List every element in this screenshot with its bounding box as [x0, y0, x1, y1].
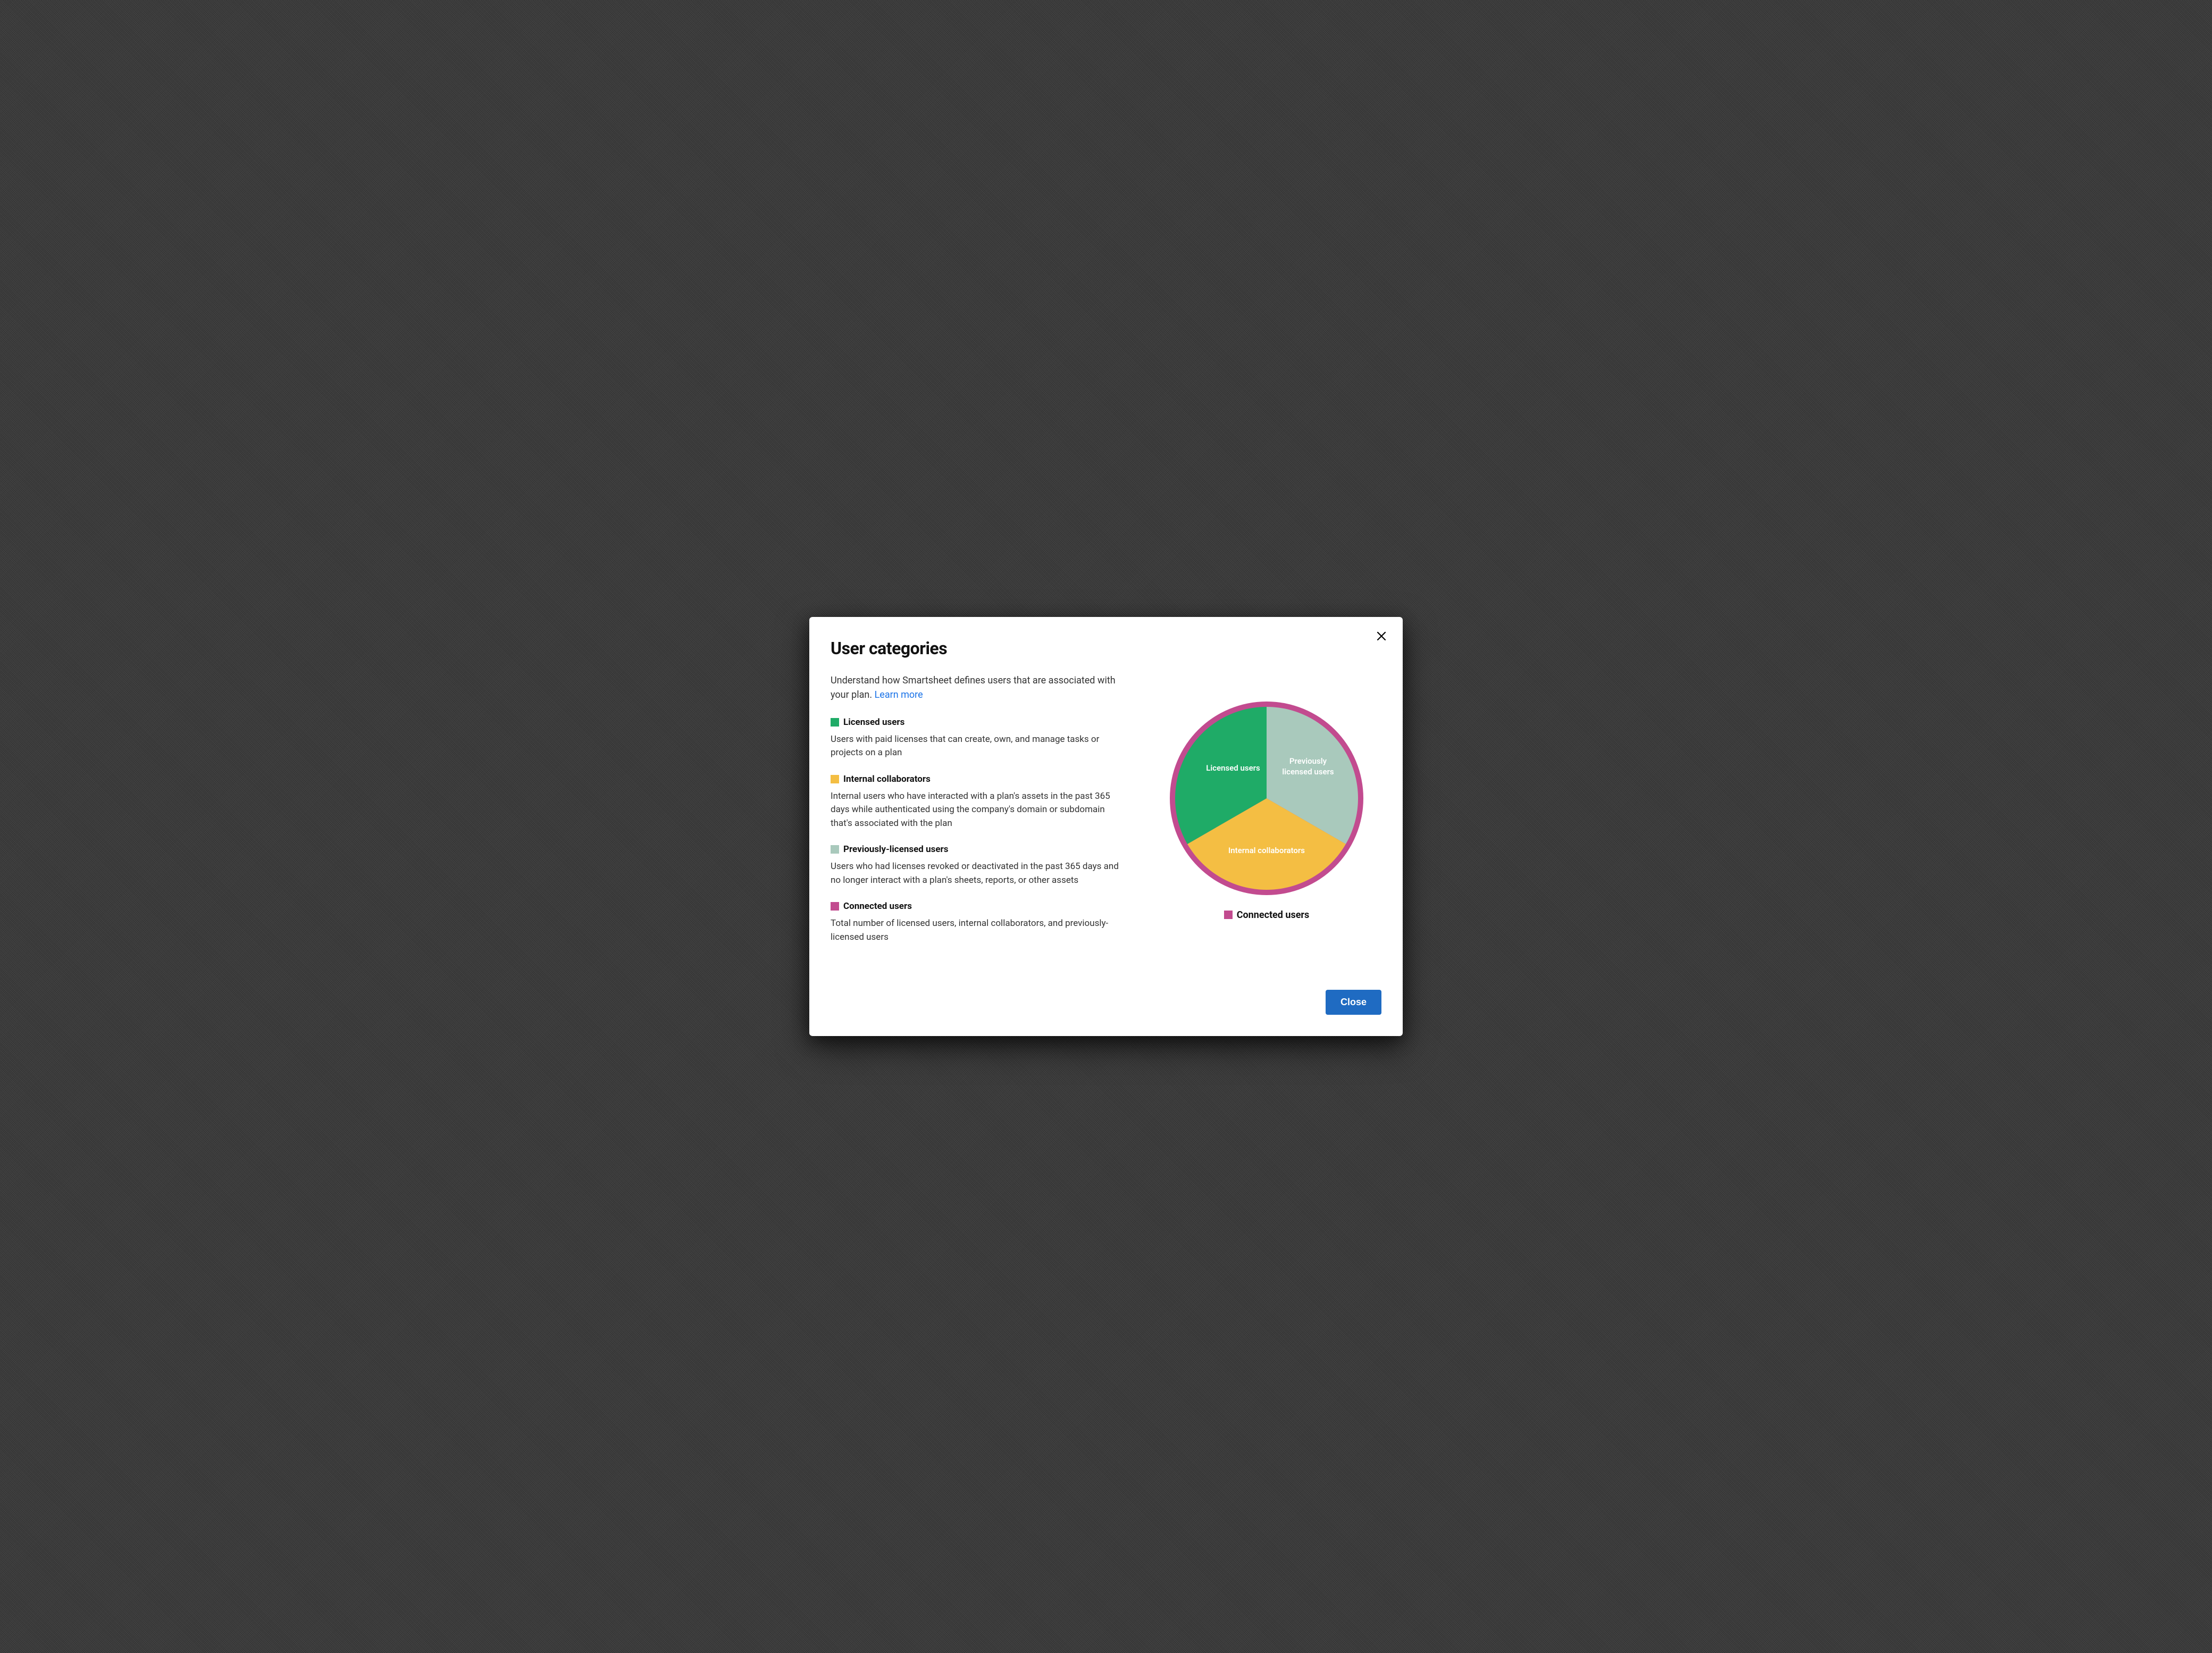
user-categories-modal: User categories Understand how Smartshee… [809, 617, 1403, 1037]
intro-text: Understand how Smartsheet defines users … [831, 673, 1128, 702]
chart-caption-text: Connected users [1237, 909, 1310, 921]
slice-label-internal: Internal collaborators [1228, 846, 1305, 855]
modal-title: User categories [831, 638, 1381, 658]
category-header: Previously-licensed users [831, 844, 1128, 855]
color-swatch-previously [831, 845, 839, 854]
category-name: Previously-licensed users [843, 844, 948, 855]
color-swatch-connected [831, 902, 839, 911]
category-previously-licensed: Previously-licensed users Users who had … [831, 844, 1128, 887]
category-header: Licensed users [831, 717, 1128, 728]
chart-caption: Connected users [1224, 909, 1310, 921]
left-column: Understand how Smartsheet defines users … [831, 673, 1128, 958]
category-name: Internal collaborators [843, 774, 931, 784]
category-name: Connected users [843, 901, 912, 912]
pie-chart-svg: Licensed users Previously licensed users… [1168, 700, 1365, 897]
x-icon [1377, 632, 1386, 640]
color-swatch-licensed [831, 718, 839, 727]
category-description: Total number of licensed users, internal… [831, 917, 1128, 944]
learn-more-link[interactable]: Learn more [875, 689, 923, 700]
close-icon[interactable] [1375, 630, 1388, 642]
close-button[interactable]: Close [1326, 990, 1381, 1015]
color-swatch-internal [831, 775, 839, 783]
category-name: Licensed users [843, 717, 904, 728]
slice-label-previously-line2: licensed users [1282, 767, 1334, 777]
category-description: Users with paid licenses that can create… [831, 733, 1128, 760]
slice-label-previously-line1: Previously [1289, 756, 1327, 766]
slice-label-licensed: Licensed users [1206, 763, 1260, 773]
category-header: Connected users [831, 901, 1128, 912]
modal-footer: Close [831, 990, 1381, 1015]
category-connected-users: Connected users Total number of licensed… [831, 901, 1128, 944]
category-description: Users who had licenses revoked or deacti… [831, 860, 1128, 887]
right-column: Licensed users Previously licensed users… [1155, 673, 1378, 958]
category-description: Internal users who have interacted with … [831, 790, 1128, 831]
category-internal-collaborators: Internal collaborators Internal users wh… [831, 774, 1128, 831]
color-swatch-caption [1224, 911, 1233, 919]
category-licensed-users: Licensed users Users with paid licenses … [831, 717, 1128, 760]
intro-text-content: Understand how Smartsheet defines users … [831, 675, 1116, 700]
pie-chart: Licensed users Previously licensed users… [1168, 700, 1365, 897]
category-header: Internal collaborators [831, 774, 1128, 784]
modal-body: Understand how Smartsheet defines users … [831, 673, 1381, 958]
